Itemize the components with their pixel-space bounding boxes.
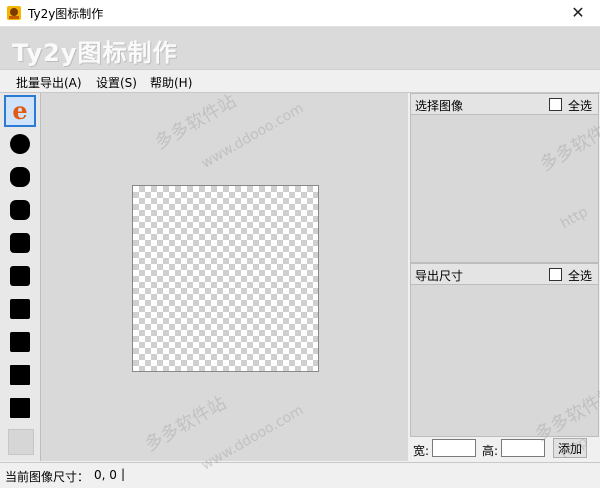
select-image-title: 选择图像 bbox=[415, 99, 464, 113]
export-size-header: 导出尺寸 全选 bbox=[411, 264, 598, 285]
menu-help[interactable]: 帮助(H) bbox=[150, 74, 192, 91]
menu-settings[interactable]: 设置(S) bbox=[96, 74, 137, 91]
select-all-size-checkbox[interactable] bbox=[549, 268, 562, 281]
export-size-title: 导出尺寸 bbox=[415, 269, 464, 283]
menu-bar: 批量导出(A) 设置(S) 帮助(H) bbox=[0, 70, 600, 93]
status-value: 0, 0 bbox=[94, 468, 117, 482]
select-image-header: 选择图像 全选 bbox=[411, 94, 598, 115]
rounded-square-medium-icon bbox=[10, 200, 30, 220]
tool-rounded-medium[interactable] bbox=[6, 196, 34, 224]
select-all-image-label[interactable]: 全选 bbox=[568, 97, 592, 114]
tool-rounded-large[interactable] bbox=[6, 163, 34, 191]
rounded-square-icon bbox=[10, 233, 30, 253]
close-icon: ✕ bbox=[571, 3, 585, 22]
menu-batch-export[interactable]: 批量导出(A) bbox=[16, 74, 82, 91]
height-label: 高: bbox=[482, 444, 499, 458]
circle-shape-icon bbox=[10, 134, 30, 154]
tool-rounded[interactable] bbox=[6, 229, 34, 257]
shape-toolbox: e bbox=[0, 93, 41, 461]
tool-square-4[interactable] bbox=[6, 394, 34, 422]
status-bar: 当前图像尺寸： 0, 0 | bbox=[0, 462, 600, 488]
export-size-panel: 导出尺寸 全选 bbox=[410, 263, 599, 437]
tool-square-3[interactable] bbox=[6, 361, 34, 389]
width-input[interactable] bbox=[432, 439, 476, 457]
rounded-square-large-icon bbox=[10, 167, 30, 187]
width-label: 宽: bbox=[413, 444, 430, 458]
app-banner: Ty2y图标制作 bbox=[0, 27, 600, 70]
tool-square-2[interactable] bbox=[6, 328, 34, 356]
square-icon bbox=[10, 398, 30, 418]
title-bar: Ty2y图标制作 ✕ bbox=[0, 0, 600, 27]
add-button[interactable]: 添加 bbox=[553, 438, 587, 458]
tool-rounded-small[interactable] bbox=[6, 262, 34, 290]
square-icon bbox=[10, 332, 30, 352]
empty-slot-icon bbox=[8, 429, 34, 455]
app-icon bbox=[7, 6, 21, 20]
tool-circle[interactable] bbox=[6, 130, 34, 158]
square-icon bbox=[10, 299, 30, 319]
tool-ie-logo[interactable]: e bbox=[4, 95, 36, 127]
height-input[interactable] bbox=[501, 439, 545, 457]
banner-title: Ty2y图标制作 bbox=[12, 39, 178, 67]
window-title: Ty2y图标制作 bbox=[28, 7, 104, 21]
status-label: 当前图像尺寸： bbox=[5, 470, 90, 484]
close-button[interactable]: ✕ bbox=[556, 0, 600, 26]
status-separator: | bbox=[121, 467, 126, 481]
canvas-area bbox=[41, 93, 408, 461]
size-input-row: 宽: 高: 添加 bbox=[410, 437, 597, 461]
square-icon bbox=[10, 365, 30, 385]
rounded-square-small-icon bbox=[10, 266, 30, 286]
tool-empty[interactable] bbox=[6, 427, 34, 455]
select-all-size-label[interactable]: 全选 bbox=[568, 267, 592, 284]
select-image-panel: 选择图像 全选 bbox=[410, 93, 599, 263]
select-all-image-checkbox[interactable] bbox=[549, 98, 562, 111]
tool-square-1[interactable] bbox=[6, 295, 34, 323]
ie-logo-icon: e bbox=[12, 96, 28, 125]
transparent-canvas[interactable] bbox=[132, 185, 319, 372]
